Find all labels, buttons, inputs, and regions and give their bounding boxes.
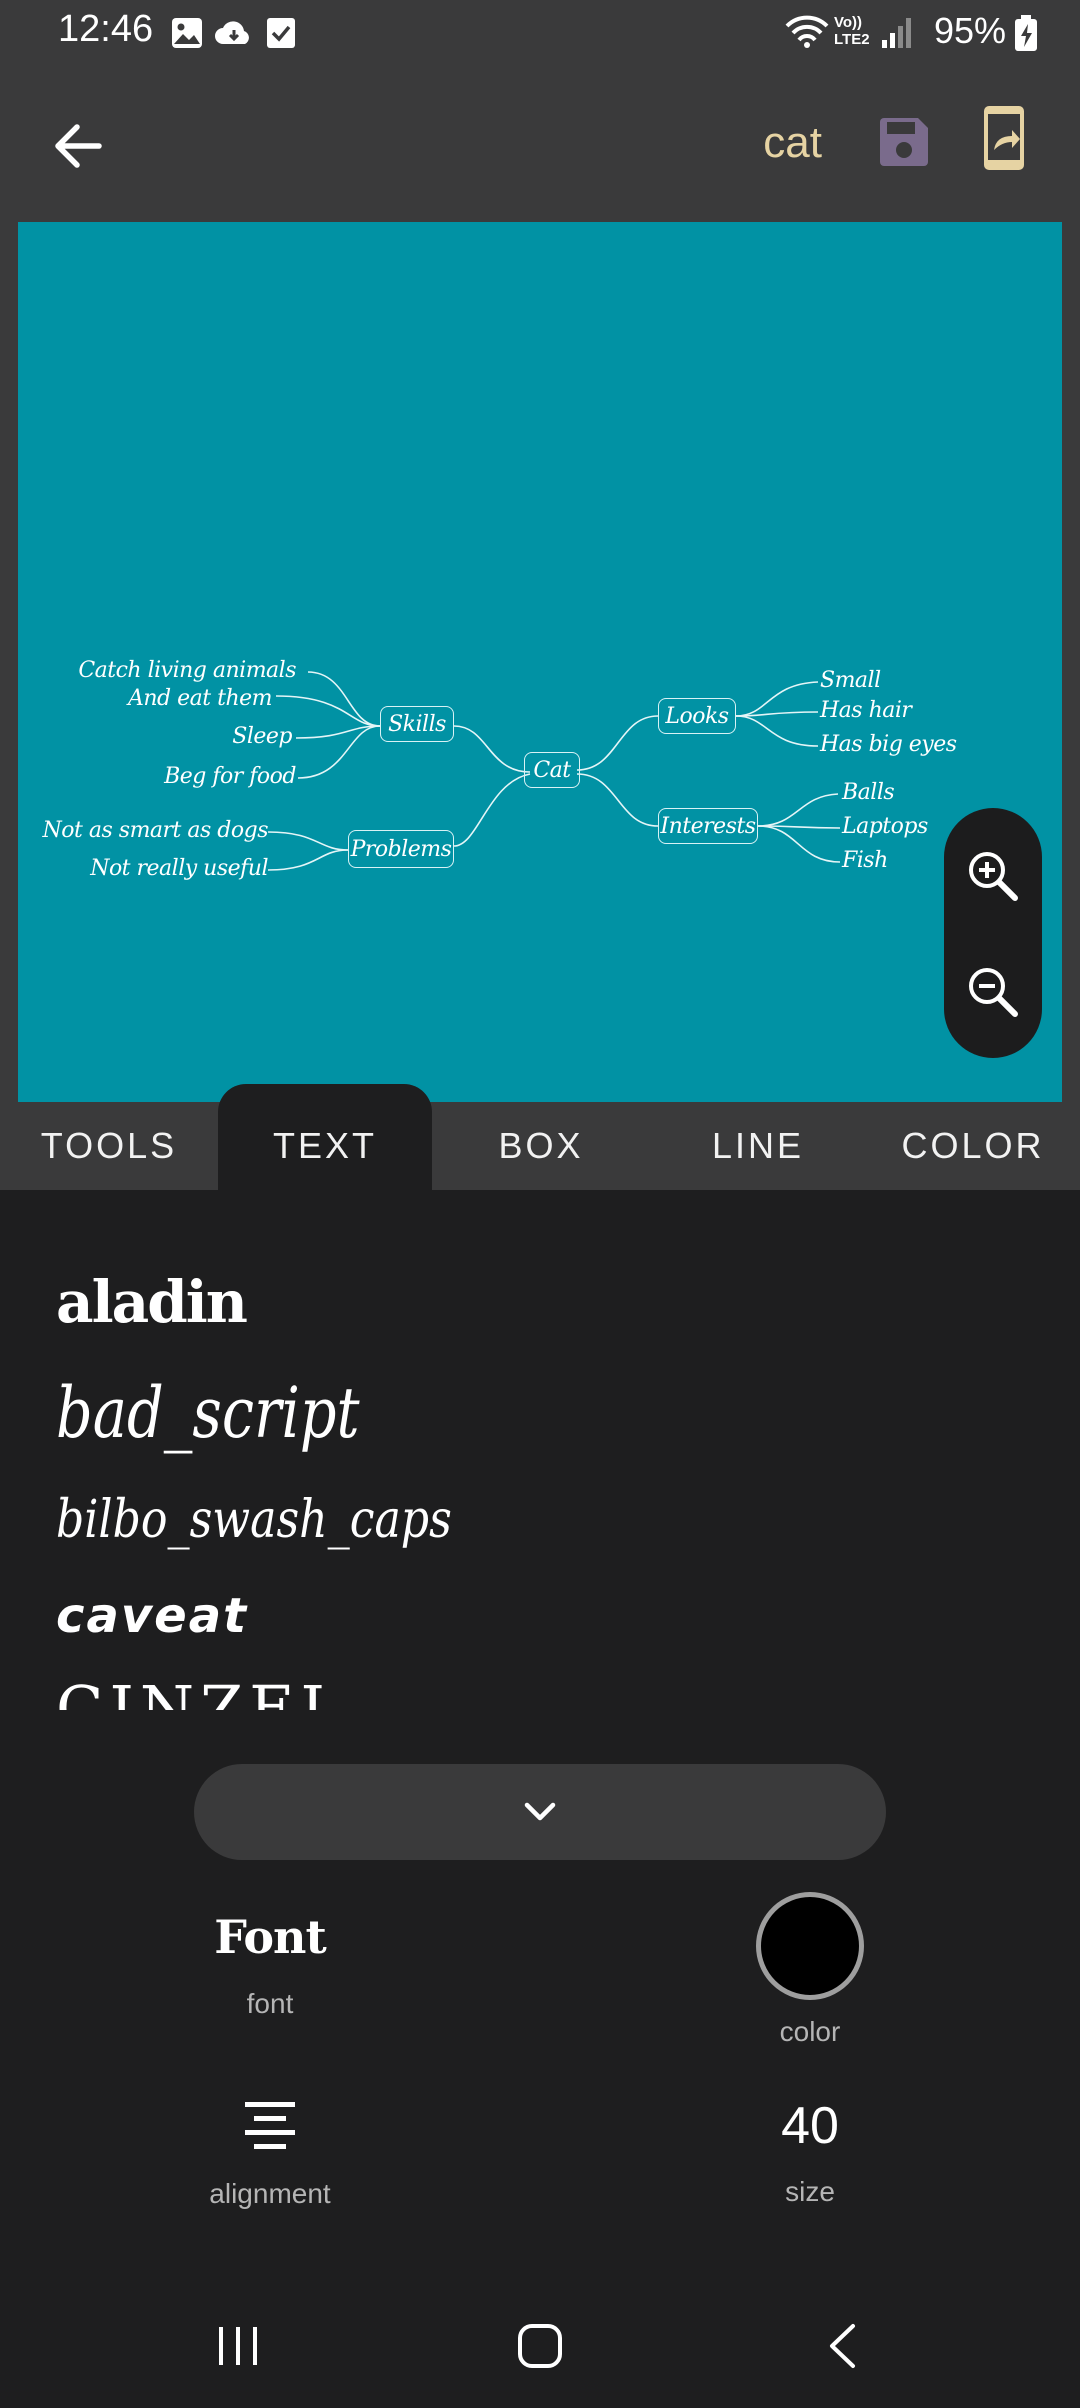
align-center-icon bbox=[245, 2102, 295, 2149]
tab-color[interactable]: COLOR bbox=[866, 1102, 1080, 1190]
system-back-icon bbox=[830, 2324, 855, 2368]
font-property-label: font bbox=[246, 1988, 294, 2019]
font-option-bilbo-swash-caps[interactable]: bilbo_swash_caps bbox=[56, 1490, 452, 1550]
status-bar: 12:46 Vo)) LTE2 95% bbox=[0, 0, 1080, 68]
size-property-label: size bbox=[785, 2176, 835, 2207]
font-sample: Font bbox=[214, 1910, 327, 1964]
zoom-controls bbox=[944, 808, 1042, 1058]
signal-icon bbox=[882, 18, 911, 48]
mindmap-leaf[interactable]: Catch living animals bbox=[78, 658, 296, 683]
save-button[interactable] bbox=[876, 106, 940, 178]
expand-font-list-button[interactable] bbox=[194, 1764, 886, 1860]
mindmap-leaf[interactable]: Has big eyes bbox=[820, 732, 957, 757]
system-back-button[interactable] bbox=[802, 2306, 882, 2386]
mindmap-leaf[interactable]: Not really useful bbox=[90, 856, 268, 881]
mindmap-node-interests[interactable]: Interests bbox=[658, 808, 758, 844]
mindmap-leaf[interactable]: Fish bbox=[842, 848, 888, 873]
mindmap-node-problems[interactable]: Problems bbox=[348, 830, 454, 868]
network-type-label: Vo)) LTE2 bbox=[834, 14, 870, 48]
recent-apps-icon bbox=[219, 2327, 257, 2365]
share-button[interactable] bbox=[984, 102, 1036, 182]
battery-percent: 95% bbox=[933, 10, 1006, 51]
share-icon bbox=[984, 106, 1024, 170]
system-nav-bar bbox=[0, 2270, 1080, 2408]
tab-box[interactable]: BOX bbox=[432, 1102, 650, 1190]
gallery-icon bbox=[172, 18, 202, 48]
status-time: 12:46 bbox=[58, 8, 154, 50]
font-option-caveat[interactable]: caveat bbox=[56, 1588, 248, 1644]
mindmap-leaf[interactable]: Laptops bbox=[842, 814, 928, 839]
cloud-sync-icon bbox=[215, 21, 249, 44]
mindmap-leaf[interactable]: Beg for food bbox=[164, 764, 296, 789]
home-button[interactable] bbox=[500, 2306, 580, 2386]
alignment-property[interactable]: alignment bbox=[170, 2100, 370, 2210]
mindmap-leaf[interactable]: Sleep bbox=[232, 724, 292, 749]
tab-tools[interactable]: TOOLS bbox=[0, 1102, 218, 1190]
font-list[interactable]: aladin bad_script bilbo_swash_caps cavea… bbox=[0, 1190, 1080, 1710]
font-option-aladin[interactable]: aladin bbox=[56, 1268, 248, 1336]
zoom-out-button[interactable] bbox=[963, 962, 1023, 1022]
save-icon bbox=[880, 118, 928, 166]
back-button[interactable] bbox=[40, 108, 116, 184]
mindmap-leaf[interactable]: Small bbox=[820, 668, 881, 693]
zoom-out-icon bbox=[969, 968, 1018, 1017]
editor-tabs: TOOLS TEXT BOX LINE COLOR bbox=[0, 1084, 1080, 1190]
document-title: cat bbox=[763, 118, 822, 167]
size-property[interactable]: 40 size bbox=[710, 2096, 910, 2208]
mindmap-node-looks[interactable]: Looks bbox=[658, 698, 736, 734]
wifi-icon bbox=[785, 15, 829, 48]
mindmap-leaf[interactable]: And eat them bbox=[128, 686, 273, 711]
zoom-in-icon bbox=[969, 852, 1018, 901]
color-property[interactable]: color bbox=[710, 1892, 910, 2048]
app-bar: cat bbox=[0, 68, 1080, 222]
battery-charging-icon bbox=[1015, 15, 1037, 51]
tab-line[interactable]: LINE bbox=[650, 1102, 866, 1190]
recent-apps-button[interactable] bbox=[198, 2306, 278, 2386]
back-arrow-icon bbox=[55, 124, 102, 168]
home-icon bbox=[518, 2324, 562, 2368]
checklist-icon bbox=[267, 18, 295, 48]
zoom-in-button[interactable] bbox=[963, 846, 1023, 906]
tab-text[interactable]: TEXT bbox=[218, 1084, 432, 1190]
mindmap-canvas[interactable]: Cat Skills Problems Looks Interests Catc… bbox=[18, 222, 1062, 1102]
alignment-property-label: alignment bbox=[209, 2178, 331, 2209]
size-value: 40 bbox=[781, 2097, 839, 2155]
chevron-down-icon bbox=[524, 1802, 556, 1821]
color-swatch[interactable] bbox=[756, 1892, 864, 2000]
mindmap-leaf[interactable]: Not as smart as dogs bbox=[43, 818, 269, 843]
mindmap-node-skills[interactable]: Skills bbox=[380, 706, 454, 742]
mindmap-leaf[interactable]: Has hair bbox=[820, 698, 912, 723]
font-property[interactable]: Font font bbox=[170, 1910, 370, 2020]
mindmap-leaf[interactable]: Balls bbox=[842, 780, 895, 805]
font-option-cinzel[interactable]: CINZEL bbox=[56, 1672, 348, 1710]
mindmap-root-node[interactable]: Cat bbox=[524, 752, 580, 788]
canvas-area: Cat Skills Problems Looks Interests Catc… bbox=[0, 222, 1080, 1102]
color-property-label: color bbox=[779, 2016, 841, 2047]
font-option-bad-script[interactable]: bad_script bbox=[56, 1372, 360, 1454]
